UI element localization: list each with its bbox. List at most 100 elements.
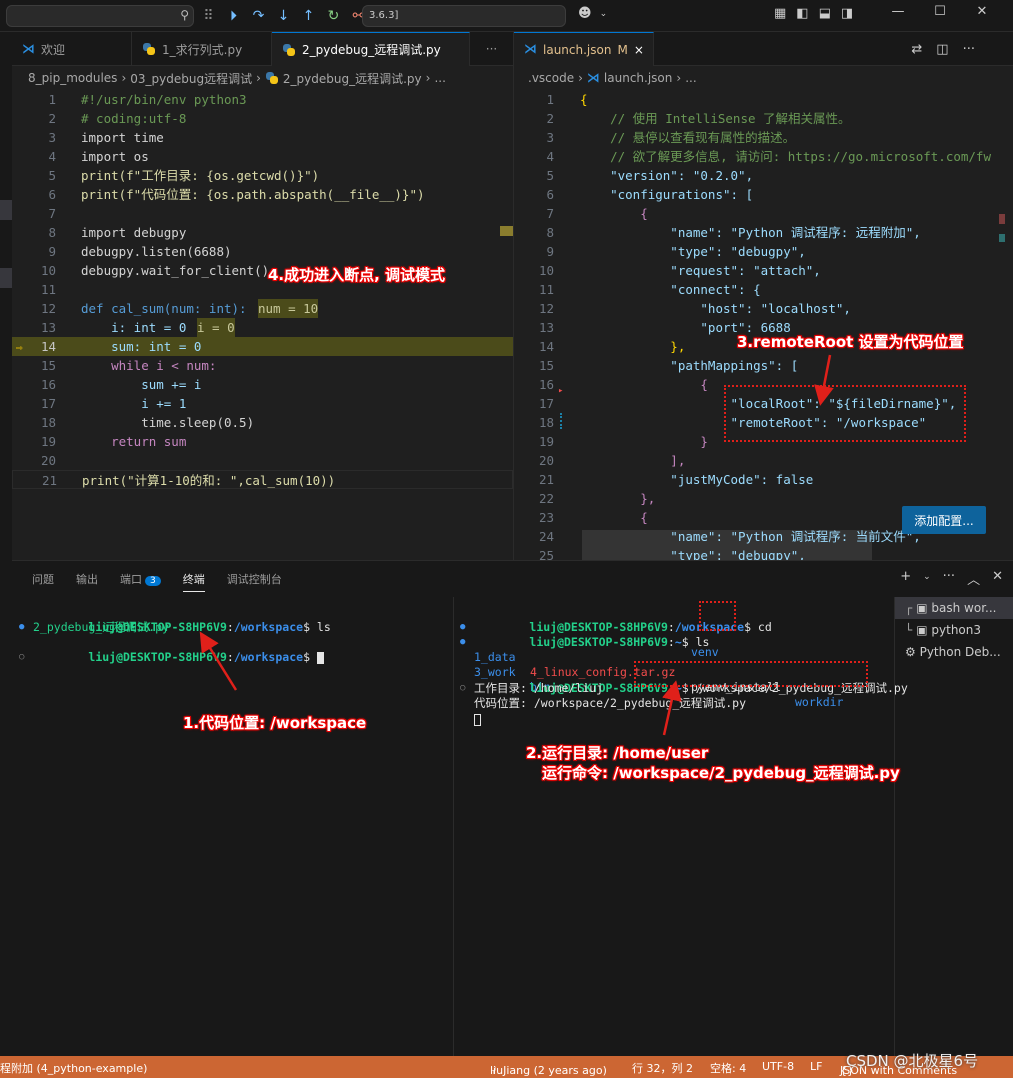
new-terminal-icon[interactable]: + xyxy=(900,569,911,588)
terminal-list-item[interactable]: ⚙ Python Deb... xyxy=(895,641,1013,663)
ls-entry: workdir xyxy=(795,695,844,709)
breadcrumb-right: .vscode › ⋊ launch.json › ... xyxy=(528,66,998,90)
tab-file-2[interactable]: 2_pydebug_远程调试.py xyxy=(272,32,470,66)
prompt-path: /workspace xyxy=(233,650,304,664)
code-line: return sum xyxy=(81,434,187,449)
code-line: print("计算1-10的和: ",cal_sum(10)) xyxy=(82,473,336,488)
toggle-panel-icon[interactable]: ⬓ xyxy=(819,6,831,21)
search-box[interactable]: ⚲ xyxy=(6,5,194,27)
terminal-icon: ▣ xyxy=(916,601,928,615)
tab-launch-json[interactable]: ⋊ launch.json M × xyxy=(514,32,654,66)
vscode-window: ⚲ ⠿ ⏵ ↷ ↓ ↑ ↻ ⚯ 3.6.3] ☻ ⌄ ▦ ◧ ⬓ ◨ — ☐ ✕ xyxy=(0,0,1013,1078)
toggle-sidebar-icon[interactable]: ◧ xyxy=(796,6,808,21)
line-number: 19 xyxy=(40,434,56,449)
tab-debug-console[interactable]: 调试控制台 xyxy=(227,571,282,592)
chevron-down-icon[interactable]: ⌄ xyxy=(600,9,608,21)
maximize-icon[interactable]: ☐ xyxy=(932,4,948,19)
compare-changes-icon[interactable]: ⇄ xyxy=(911,42,922,57)
activity-item-marker[interactable] xyxy=(0,268,12,288)
editor-scrollbar[interactable] xyxy=(999,90,1013,560)
line-number: 4 xyxy=(48,149,56,164)
breadcrumb-item[interactable]: .vscode xyxy=(528,71,574,85)
breadcrumb-item[interactable]: 2_pydebug_远程调试.py xyxy=(283,70,422,87)
tab-welcome[interactable]: ⋊ 欢迎 xyxy=(12,32,132,66)
line-number: 3 xyxy=(546,130,554,145)
restart-icon[interactable]: ↻ xyxy=(321,3,346,28)
chevron-down-icon[interactable]: ⌄ xyxy=(923,572,931,588)
breadcrumb-item[interactable]: ... xyxy=(434,71,445,85)
right-code-editor[interactable]: ▸ 1{ 2 // 使用 IntelliSense 了解相关属性。 3 // 悬… xyxy=(514,90,1000,560)
customize-layout-icon[interactable]: ▦ xyxy=(774,6,786,21)
tab-ports-label: 端口 xyxy=(120,573,142,586)
copilot-icon[interactable]: ☻ xyxy=(578,6,592,21)
status-encoding[interactable]: UTF-8 xyxy=(762,1060,794,1073)
line-number: 14 xyxy=(538,339,554,354)
status-eol[interactable]: LF xyxy=(810,1060,822,1073)
step-out-icon[interactable]: ↑ xyxy=(296,3,321,28)
tab-file-1[interactable]: 1_求行列式.py xyxy=(132,32,272,66)
chevron-up-icon[interactable]: ︿ xyxy=(967,569,980,588)
terminal-split-divider[interactable] xyxy=(453,597,454,1057)
breadcrumb-item[interactable]: ... xyxy=(685,71,696,85)
more-actions-icon[interactable]: ··· xyxy=(963,42,975,57)
layout-controls: ▦ ◧ ⬓ ◨ xyxy=(774,6,853,21)
tab-problems[interactable]: 问题 xyxy=(32,571,54,592)
terminal-left[interactable]: ● liuj@DESKTOP-S8HP6V9:/workspace$ ls 2_p… xyxy=(19,605,453,1055)
drag-handle-icon[interactable]: ⠿ xyxy=(196,3,221,28)
code-line: "configurations": [ xyxy=(580,187,754,202)
tab-terminal[interactable]: 终端 xyxy=(182,571,205,592)
line-number: 14 xyxy=(40,339,56,354)
terminal-list-item[interactable]: └ ▣ python3 xyxy=(895,619,1013,641)
more-actions-icon[interactable]: ··· xyxy=(943,569,955,588)
command-pending-icon: ○ xyxy=(19,652,25,662)
code-line: "connect": { xyxy=(580,282,761,297)
breadcrumb-item[interactable]: 03_pydebug远程调试 xyxy=(130,70,252,87)
tab-ports[interactable]: 端口 3 xyxy=(120,571,161,592)
debug-toolbar: ⠿ ⏵ ↷ ↓ ↑ ↻ ⚯ xyxy=(196,3,371,28)
command-success-icon: ● xyxy=(460,622,466,632)
chevron-right-icon: › xyxy=(425,71,431,85)
status-debug-target[interactable]: 程附加 (4_python-example) xyxy=(0,1060,147,1076)
tab-label: 1_求行列式.py xyxy=(162,42,243,57)
inline-debug-value: num = 10 xyxy=(258,299,319,318)
terminal-list-item[interactable]: ┌ ▣ bash wor... xyxy=(895,597,1013,619)
code-line: "request": "attach", xyxy=(580,263,821,278)
close-panel-icon[interactable]: ✕ xyxy=(992,569,1003,588)
toggle-secondary-sidebar-icon[interactable]: ◨ xyxy=(841,6,853,21)
line-number: 23 xyxy=(538,510,554,525)
title-bar: ⚲ ⠿ ⏵ ↷ ↓ ↑ ↻ ⚯ 3.6.3] ☻ ⌄ ▦ ◧ ⬓ ◨ — ☐ ✕ xyxy=(0,0,1013,32)
code-line: ], xyxy=(580,453,686,468)
command-center-text: 3.6.3] xyxy=(369,10,399,21)
prompt-user: liuj@DESKTOP-S8HP6V9 xyxy=(88,650,227,664)
step-into-icon[interactable]: ↓ xyxy=(271,3,296,28)
left-code-editor[interactable]: ⇨ 1 #!/usr/bin/env python3 2 # coding:utf-… xyxy=(12,90,513,560)
breadcrumb-item[interactable]: 8_pip_modules xyxy=(28,71,117,85)
tree-branch-icon: └ xyxy=(905,623,913,637)
status-cursor-position[interactable]: 行 32，列 2 xyxy=(632,1060,693,1076)
line-number: 9 xyxy=(546,244,554,259)
tab-output[interactable]: 输出 xyxy=(76,571,98,592)
status-indentation[interactable]: 空格: 4 xyxy=(710,1060,746,1076)
close-icon[interactable]: ✕ xyxy=(974,4,990,19)
panel-actions: + ⌄ ··· ︿ ✕ xyxy=(900,569,1003,588)
python-icon xyxy=(265,71,279,85)
breadcrumb-item[interactable]: launch.json xyxy=(604,71,672,85)
more-actions-button[interactable]: ··· xyxy=(470,32,513,66)
split-editor-icon[interactable]: ◫ xyxy=(936,42,948,57)
line-number: 5 xyxy=(48,168,56,183)
code-line: debugpy.wait_for_client() xyxy=(81,263,270,278)
annotation-box-command xyxy=(634,661,868,687)
minimize-icon[interactable]: — xyxy=(890,4,906,19)
line-number: 18 xyxy=(40,415,56,430)
terminal-name: Python Deb... xyxy=(919,645,1001,659)
command-center[interactable]: 3.6.3] xyxy=(362,5,566,27)
line-number: 20 xyxy=(40,453,56,468)
continue-icon[interactable]: ⏵ xyxy=(221,3,246,28)
close-tab-icon[interactable]: × xyxy=(634,43,644,57)
vscode-icon: ⋊ xyxy=(586,70,600,86)
line-number: 6 xyxy=(546,187,554,202)
code-line: "version": "0.2.0", xyxy=(580,168,754,183)
add-configuration-button[interactable]: 添加配置... xyxy=(902,506,986,534)
activity-item-marker[interactable] xyxy=(0,200,12,220)
step-over-icon[interactable]: ↷ xyxy=(246,3,271,28)
